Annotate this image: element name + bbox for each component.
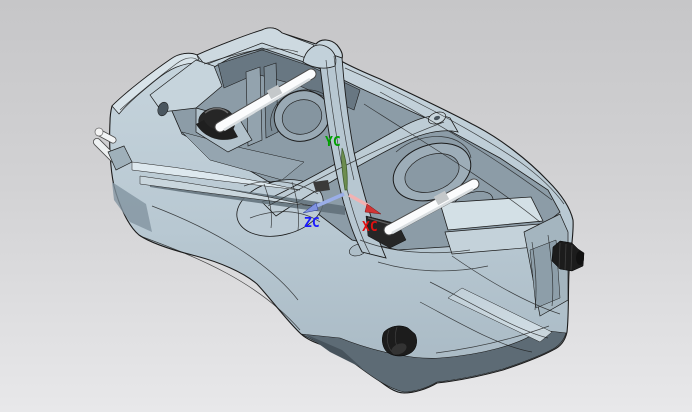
- small-clip: [313, 180, 330, 192]
- cad-model-canvas[interactable]: YC ZC XC: [0, 0, 692, 412]
- caliper-body: [110, 28, 574, 393]
- axis-label-yc: YC: [325, 135, 341, 150]
- cad-viewport[interactable]: YC ZC XC: [0, 0, 692, 412]
- axis-label-zc: ZC: [304, 216, 320, 231]
- axis-label-xc: XC: [362, 220, 378, 235]
